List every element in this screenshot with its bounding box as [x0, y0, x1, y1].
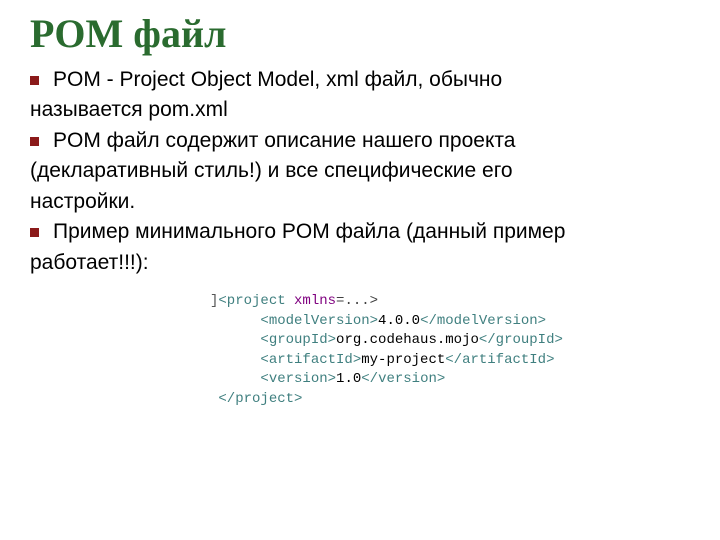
bullet-icon: [30, 228, 39, 237]
bullet-text: Пример минимального POM файла (данный пр…: [53, 217, 565, 247]
code-token: org.codehaus.mojo: [336, 332, 479, 348]
bullet-icon: [30, 137, 39, 146]
code-token: 1.0: [336, 371, 361, 387]
bullet-continuation: настройки.: [30, 187, 690, 217]
bullet-continuation: работает!!!):: [30, 248, 690, 278]
body-text: POM - Project Object Model, xml файл, об…: [30, 65, 690, 278]
slide: POM файл POM - Project Object Model, xml…: [0, 0, 720, 540]
code-token: </groupId>: [479, 332, 563, 348]
code-token: <project: [218, 293, 294, 309]
bullet-continuation: называется pom.xml: [30, 95, 690, 125]
bullet-icon: [30, 76, 39, 85]
code-token: <artifactId>: [260, 352, 361, 368]
code-token: my-project: [361, 352, 445, 368]
bullet-item: Пример минимального POM файла (данный пр…: [30, 217, 690, 247]
bullet-item: POM - Project Object Model, xml файл, об…: [30, 65, 690, 95]
bullet-text: POM файл содержит описание нашего проект…: [53, 126, 515, 156]
code-token: </project>: [218, 391, 302, 407]
bullet-text: POM - Project Object Model, xml файл, об…: [53, 65, 502, 95]
code-token: <groupId>: [260, 332, 336, 348]
bullet-continuation: (декларативный стиль!) и все специфическ…: [30, 156, 690, 186]
code-snippet: ]<project xmlns=...> <modelVersion>4.0.0…: [210, 292, 690, 410]
code-token: </artifactId>: [445, 352, 554, 368]
code-token: <version>: [260, 371, 336, 387]
code-token: </modelVersion>: [420, 313, 546, 329]
code-token: =...>: [336, 293, 378, 309]
page-title: POM файл: [30, 10, 690, 57]
code-token: </version>: [361, 371, 445, 387]
code-token: <modelVersion>: [260, 313, 378, 329]
code-token: 4.0.0: [378, 313, 420, 329]
code-token: xmlns: [294, 293, 336, 309]
bullet-item: POM файл содержит описание нашего проект…: [30, 126, 690, 156]
